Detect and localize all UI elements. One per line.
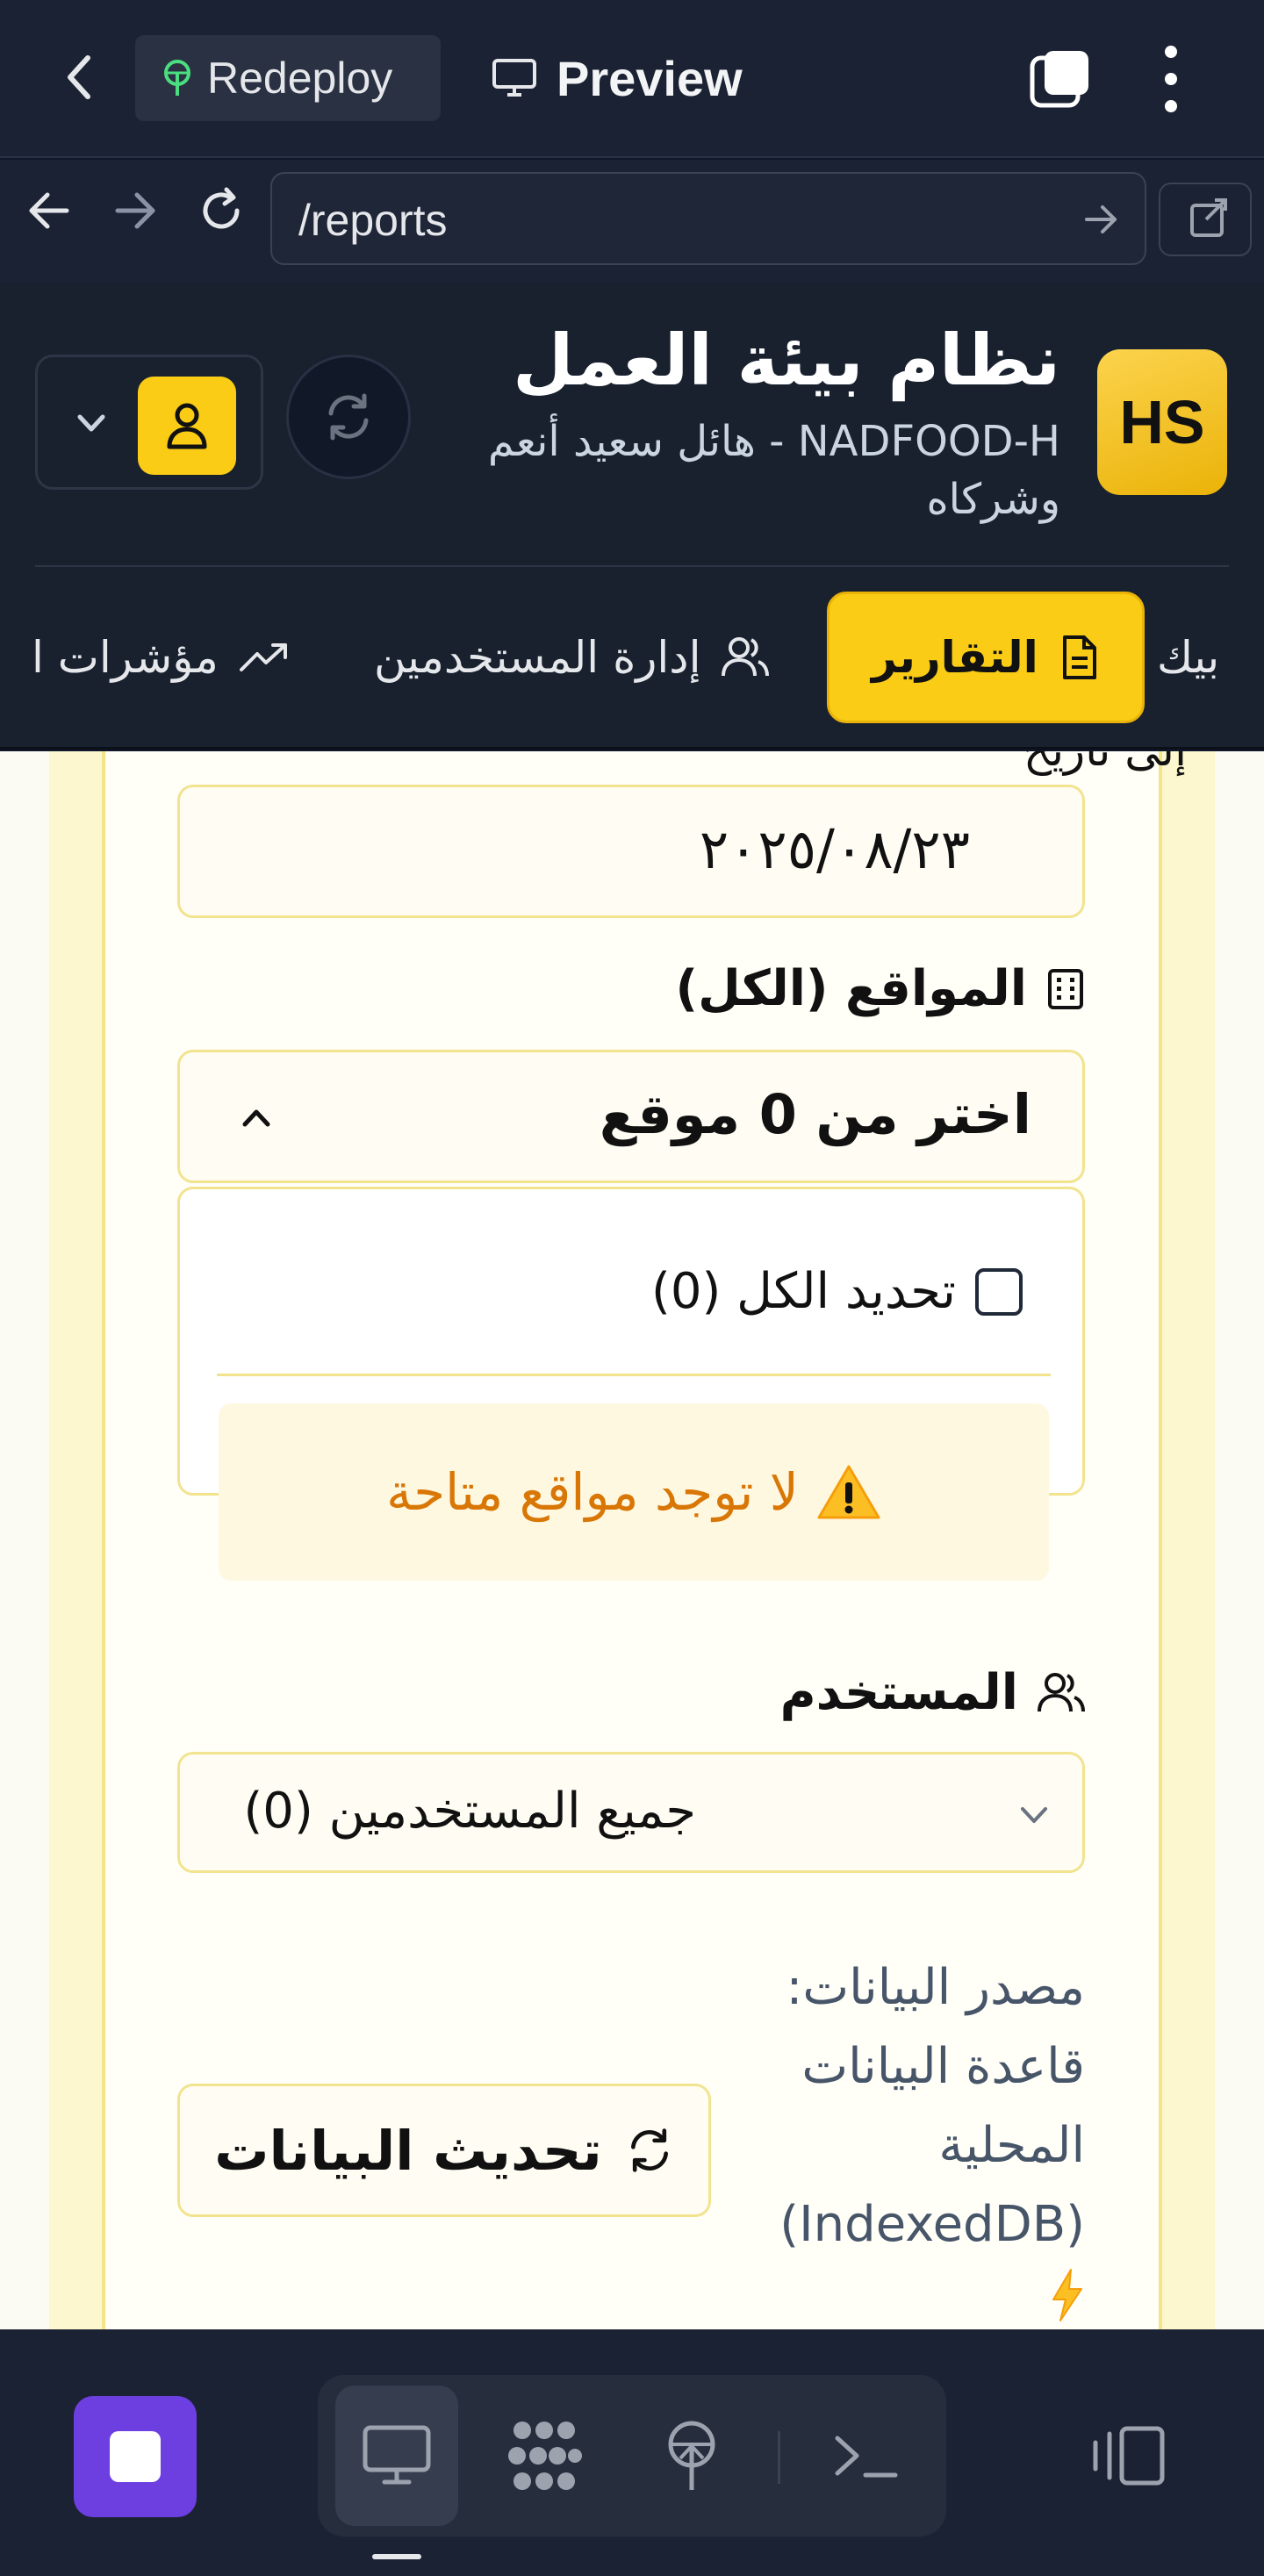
tab-label: مؤشرات ا bbox=[32, 632, 219, 683]
tab-indicators[interactable]: مؤشرات ا bbox=[32, 592, 289, 723]
user-select-value: جميع المستخدمين (0) bbox=[243, 1783, 696, 1840]
tab-partial[interactable]: بيك bbox=[1157, 592, 1219, 723]
building-icon bbox=[1048, 968, 1083, 1009]
select-all-label: تحديد الكل (0) bbox=[650, 1263, 956, 1320]
browser-forward-icon[interactable] bbox=[111, 186, 160, 235]
deploy-icon bbox=[164, 60, 190, 96]
browser-reload-icon[interactable] bbox=[197, 186, 246, 235]
preview-label: Preview bbox=[557, 50, 743, 106]
deploy-icon bbox=[668, 2421, 715, 2490]
chevron-down-icon bbox=[77, 414, 105, 432]
refresh-icon bbox=[630, 2128, 668, 2172]
stop-button[interactable] bbox=[74, 2396, 197, 2517]
open-external-button[interactable] bbox=[1159, 183, 1252, 256]
tab-user-management[interactable]: إدارة المستخدمين bbox=[374, 592, 770, 723]
warning-icon bbox=[817, 1465, 880, 1519]
url-text: /reports bbox=[298, 196, 448, 245]
url-bar[interactable]: /reports bbox=[270, 172, 1146, 265]
more-options-icon[interactable] bbox=[1153, 46, 1189, 112]
sites-label: المواقع (الكل) bbox=[676, 960, 1085, 1017]
tab-reports[interactable]: التقارير bbox=[827, 592, 1145, 723]
user-icon bbox=[167, 403, 207, 449]
select-all-checkbox[interactable] bbox=[975, 1267, 1023, 1316]
go-arrow-icon[interactable] bbox=[1081, 200, 1120, 239]
desktop-view-button[interactable] bbox=[335, 2386, 458, 2526]
apps-button[interactable] bbox=[483, 2386, 606, 2526]
tab-label: بيك bbox=[1157, 632, 1220, 683]
user-label: المستخدم bbox=[780, 1664, 1085, 1721]
user-select[interactable]: جميع المستخدمين (0) bbox=[177, 1752, 1085, 1873]
lightning-icon bbox=[1052, 2269, 1082, 2321]
chevron-down-icon bbox=[1021, 1807, 1047, 1823]
date-to-label: إلى تاريخ bbox=[1023, 751, 1187, 776]
refresh-data-button[interactable]: تحديث البيانات bbox=[177, 2084, 711, 2217]
sites-placeholder: اختر من 0 موقع bbox=[599, 1082, 1031, 1146]
app-title: نظام بيئة العمل bbox=[513, 319, 1060, 401]
home-indicator bbox=[372, 2554, 421, 2559]
back-chevron-icon[interactable] bbox=[61, 51, 97, 104]
header-divider bbox=[35, 565, 1229, 567]
date-to-value: ٢٠٢٥/٠٨/٢٣ bbox=[699, 817, 970, 881]
app-logo: HS bbox=[1097, 349, 1227, 495]
chevron-up-icon bbox=[242, 1109, 270, 1127]
no-sites-message: لا توجد مواقع متاحة bbox=[219, 1403, 1049, 1581]
tab-label: إدارة المستخدمين bbox=[374, 632, 701, 683]
data-source-text: مصدر البيانات: قاعدة البيانات المحلية (I… bbox=[769, 1948, 1085, 2322]
select-all-option[interactable]: تحديد الكل (0) bbox=[651, 1263, 1023, 1320]
tabs-switcher-icon[interactable] bbox=[1029, 47, 1092, 111]
panel-toggle-icon bbox=[1093, 2426, 1165, 2486]
stop-icon bbox=[110, 2431, 161, 2482]
external-link-icon bbox=[1190, 198, 1227, 237]
refresh-button-label: تحديث البيانات bbox=[214, 2118, 602, 2183]
panel-toggle-button[interactable] bbox=[1067, 2386, 1190, 2526]
terminal-button[interactable] bbox=[806, 2386, 929, 2526]
redeploy-button[interactable]: Redeploy bbox=[135, 35, 441, 121]
sync-button[interactable] bbox=[286, 355, 411, 479]
sites-select[interactable]: اختر من 0 موقع bbox=[177, 1050, 1085, 1183]
user-menu-button[interactable] bbox=[35, 355, 263, 490]
sites-label-text: المواقع (الكل) bbox=[675, 960, 1027, 1017]
terminal-icon bbox=[835, 2436, 898, 2478]
monitor-icon bbox=[363, 2425, 431, 2485]
dropdown-divider bbox=[217, 1374, 1051, 1376]
redeploy-label: Redeploy bbox=[207, 54, 393, 103]
browser-back-icon[interactable] bbox=[25, 186, 74, 235]
date-to-input[interactable]: ٢٠٢٥/٠٨/٢٣ bbox=[177, 785, 1085, 918]
users-icon bbox=[1038, 1672, 1085, 1711]
deploy-button[interactable] bbox=[630, 2386, 753, 2526]
main-content: إلى تاريخ ٢٠٢٥/٠٨/٢٣ المواقع (الكل) اختر… bbox=[0, 751, 1264, 2329]
tool-separator bbox=[778, 2431, 780, 2484]
monitor-icon bbox=[492, 59, 536, 97]
app-subtitle: NADFOOD-H - هائل سعيد أنعم وشركاه bbox=[487, 417, 1060, 524]
data-source-label: مصدر البيانات: قاعدة البيانات المحلية (I… bbox=[779, 1959, 1085, 2253]
user-label-text: المستخدم bbox=[779, 1664, 1018, 1721]
apps-grid-icon bbox=[508, 2422, 582, 2490]
document-icon bbox=[1062, 635, 1096, 679]
avatar bbox=[138, 377, 236, 475]
sync-icon bbox=[328, 393, 369, 441]
trending-up-icon bbox=[239, 643, 287, 671]
no-sites-text: لا توجد مواقع متاحة bbox=[386, 1462, 799, 1522]
preview-tab[interactable]: Preview bbox=[492, 35, 743, 121]
sites-dropdown: تحديد الكل (0) لا توجد مواقع متاحة bbox=[177, 1187, 1085, 1581]
tab-label: التقارير bbox=[872, 632, 1038, 683]
users-icon bbox=[722, 637, 770, 677]
nav-tabs: بيك التقارير إدارة المستخدمين مؤشرات ا bbox=[0, 579, 1264, 737]
